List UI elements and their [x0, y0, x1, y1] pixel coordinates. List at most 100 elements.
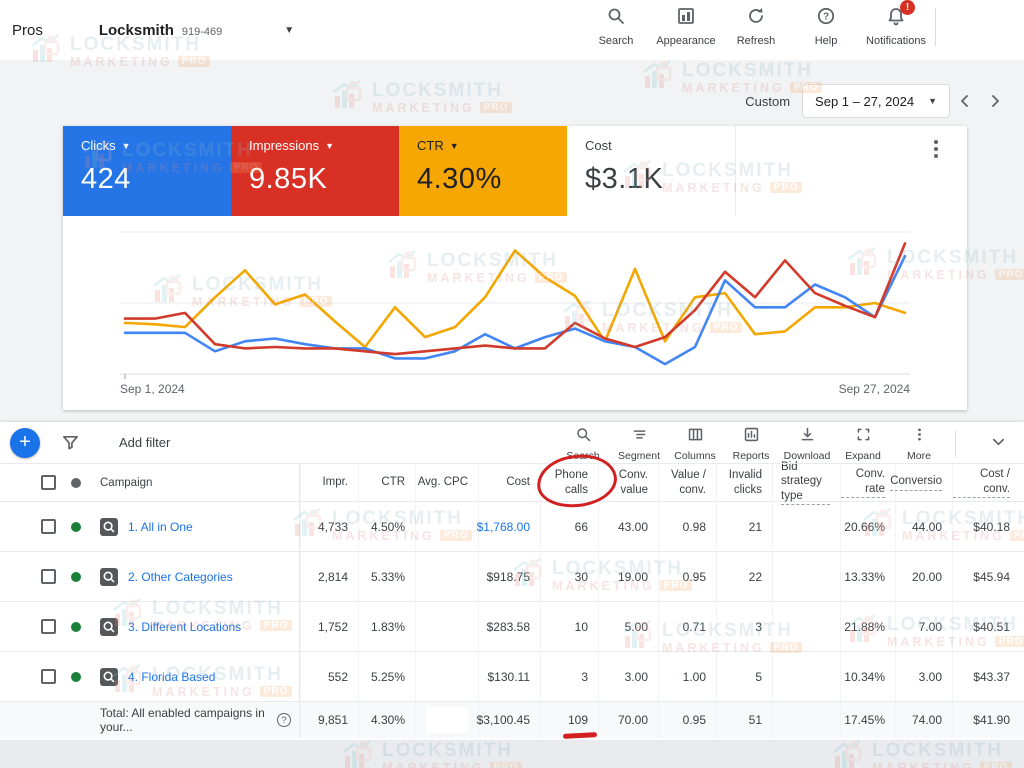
date-prev-button[interactable]	[950, 86, 980, 116]
scorecard-caret-icon[interactable]: ▼	[325, 141, 334, 151]
nav-label: Appearance	[656, 35, 715, 47]
cell-conversions: 44.00	[895, 502, 952, 551]
campaign-type-badge-icon	[100, 668, 118, 686]
cell-bid_strategy	[772, 552, 840, 601]
account-dropdown-caret-icon[interactable]: ▼	[284, 25, 294, 36]
performance-chart-card: Clicks▼424Impressions▼9.85KCTR▼4.30%Cost…	[63, 126, 967, 410]
table-reports-button[interactable]: Reports	[723, 426, 779, 462]
cell-cost: $1,768.00	[478, 502, 540, 551]
column-header-phone_calls[interactable]: Phone calls	[540, 464, 598, 501]
status-enabled-dot[interactable]	[71, 572, 81, 582]
tool-label: Segment	[618, 450, 660, 462]
cell-impr: 1,752	[300, 602, 358, 651]
scorecards: Clicks▼424Impressions▼9.85KCTR▼4.30%Cost…	[63, 126, 967, 216]
cell-invalid_clicks: 22	[716, 552, 772, 601]
table-expand-button[interactable]: Expand	[835, 426, 891, 462]
help-circle-icon[interactable]: ?	[277, 713, 291, 727]
cell-conv_rate: 10.34%	[840, 652, 895, 701]
column-header-avg_cpc[interactable]: Avg. CPC	[415, 464, 478, 501]
status-enabled-dot[interactable]	[71, 622, 81, 632]
scorecard-value: 4.30%	[417, 163, 567, 196]
scorecard-cost[interactable]: Cost$3.1K	[567, 126, 735, 216]
row-checkbox[interactable]	[41, 669, 56, 684]
column-header-value_conv[interactable]: Value / conv.	[658, 464, 716, 501]
table-more-button[interactable]: More	[891, 426, 947, 462]
reports-icon	[743, 426, 760, 448]
cell-phone_calls: 10	[540, 602, 598, 651]
redacted-white-patch	[426, 707, 468, 733]
chart-x-axis: Sep 1, 2024 Sep 27, 2024	[120, 382, 910, 396]
scorecard-impressions[interactable]: Impressions▼9.85K	[231, 126, 399, 216]
total-cell-value_conv: 0.95	[658, 702, 716, 738]
add-filter-button[interactable]: Add filter	[119, 435, 170, 450]
toolbar-divider	[955, 431, 956, 457]
nav-refresh-button[interactable]: Refresh	[721, 6, 791, 47]
collapse-chart-chevron-icon[interactable]	[991, 434, 1006, 454]
column-header-bid_strategy[interactable]: Bid strategy type	[772, 464, 840, 501]
nav-label: Refresh	[737, 35, 776, 47]
date-range-picker[interactable]: Sep 1 – 27, 2024 ▼	[802, 84, 950, 118]
cell-avg_cpc	[415, 652, 478, 701]
status-enabled-dot[interactable]	[71, 672, 81, 682]
tool-label: Reports	[733, 450, 770, 462]
column-header-ctr[interactable]: CTR	[358, 464, 415, 501]
cell-conversions: 3.00	[895, 652, 952, 701]
locksmith-marketing-watermark: LOCKSMITHMARKETINGPRO	[330, 78, 512, 117]
table-search-button[interactable]: Search	[555, 426, 611, 462]
cell-conv_value: 43.00	[598, 502, 658, 551]
account-name: Locksmith	[99, 22, 174, 39]
tool-label: More	[907, 450, 931, 462]
svg-text:?: ?	[823, 12, 829, 23]
column-header-campaign[interactable]: Campaign	[96, 464, 300, 501]
row-checkbox[interactable]	[41, 519, 56, 534]
scorecard-caret-icon[interactable]: ▼	[122, 141, 131, 151]
campaign-name-link[interactable]: 1. All in One	[128, 520, 193, 534]
total-cell-conv_value: 70.00	[598, 702, 658, 738]
total-cell-cost_conv: $41.90	[952, 702, 1024, 738]
nav-appearance-button[interactable]: Appearance	[651, 6, 721, 47]
scorecard-caret-icon[interactable]: ▼	[450, 141, 459, 151]
refresh-icon	[746, 6, 766, 31]
app-label: Pros	[12, 22, 43, 39]
nav-help-button[interactable]: ?Help	[791, 6, 861, 47]
table-download-button[interactable]: Download	[779, 426, 835, 462]
cell-bid_strategy	[772, 652, 840, 701]
date-next-button[interactable]	[980, 86, 1010, 116]
account-selector[interactable]: Locksmith 919-469	[99, 22, 222, 39]
scorecard-clicks[interactable]: Clicks▼424	[63, 126, 231, 216]
column-header-cost[interactable]: Cost	[478, 464, 540, 501]
x-axis-start-label: Sep 1, 2024	[120, 382, 185, 396]
cell-ctr: 5.33%	[358, 552, 415, 601]
campaign-type-badge-icon	[100, 518, 118, 536]
cell-ctr: 5.25%	[358, 652, 415, 701]
campaign-name-link[interactable]: 3. Different Locations	[128, 620, 241, 634]
column-header-conv_rate[interactable]: Conv. rate	[840, 464, 895, 501]
nav-notifications-button[interactable]: Notifications!	[861, 6, 931, 47]
status-enabled-dot[interactable]	[71, 522, 81, 532]
chart-options-kebab-icon[interactable]	[927, 140, 945, 158]
account-id: 919-469	[182, 26, 222, 38]
column-header-impr[interactable]: Impr.	[300, 464, 358, 501]
expand-icon	[855, 426, 872, 448]
cell-avg_cpc	[415, 502, 478, 551]
filter-funnel-icon[interactable]	[62, 434, 79, 451]
campaign-name-link[interactable]: 2. Other Categories	[128, 570, 233, 584]
scorecard-ctr[interactable]: CTR▼4.30%	[399, 126, 567, 216]
select-all-checkbox[interactable]	[41, 475, 56, 490]
add-button[interactable]: +	[10, 428, 40, 458]
table-columns-button[interactable]: Columns	[667, 426, 723, 462]
column-header-conversions[interactable]: Conversio	[895, 464, 952, 501]
watermark-logo-icon	[330, 78, 364, 117]
cell-conversions: 7.00	[895, 602, 952, 651]
table-segment-button[interactable]: Segment	[611, 426, 667, 462]
column-header-cost_conv[interactable]: Cost / conv.	[952, 464, 1024, 501]
tool-label: Columns	[674, 450, 715, 462]
nav-search-button[interactable]: Search	[581, 6, 651, 47]
campaign-name-link[interactable]: 4. Florida Based	[128, 670, 215, 684]
row-checkbox[interactable]	[41, 569, 56, 584]
row-checkbox[interactable]	[41, 619, 56, 634]
total-cell-impr: 9,851	[300, 702, 358, 738]
top-nav-icons: Search Appearance Refresh ?HelpNotification…	[581, 6, 936, 47]
column-header-conv_value[interactable]: Conv. value	[598, 464, 658, 501]
column-header-invalid_clicks[interactable]: Invalid clicks	[716, 464, 772, 501]
